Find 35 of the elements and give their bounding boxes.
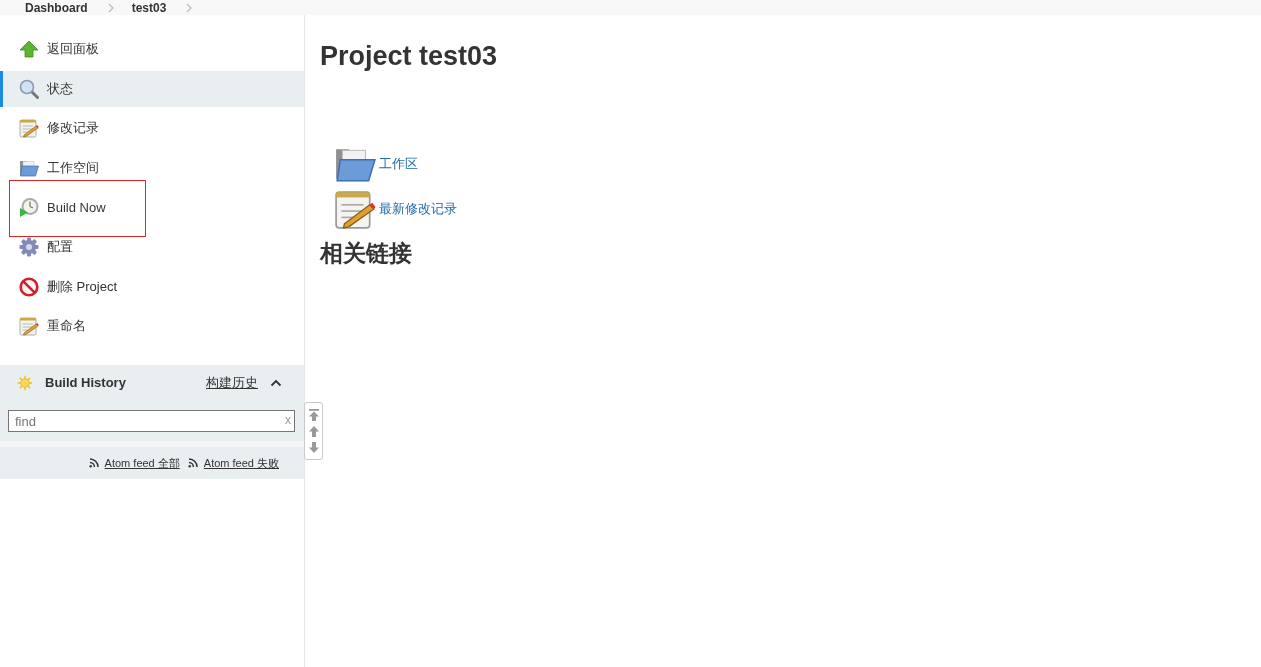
build-history-title: Build History <box>45 375 127 391</box>
sidebar-item[interactable]: 重命名 <box>0 308 304 345</box>
main-link[interactable]: 工作区 <box>379 155 418 173</box>
sidebar-item[interactable]: 工作空间 <box>0 149 304 186</box>
no-entry-icon <box>19 276 39 297</box>
page-title: Project test03 <box>320 40 499 73</box>
notepad-icon <box>19 118 39 139</box>
up-arrow-icon <box>19 39 39 59</box>
sidebar-item[interactable]: Build Now <box>0 189 304 226</box>
chevron-icon <box>186 2 193 13</box>
section-title: 相关链接 <box>320 239 413 268</box>
settings-icon <box>19 236 39 257</box>
atom-feed-link[interactable]: Atom feed 失败 <box>203 455 279 471</box>
scroll-top-icon[interactable] <box>308 408 319 421</box>
notepad-icon <box>19 316 39 337</box>
sidebar-item[interactable]: 删除 Project <box>0 268 304 305</box>
arrow-down-icon[interactable] <box>308 442 319 454</box>
clock-icon <box>19 197 39 218</box>
sun-icon <box>17 374 33 391</box>
atom-feed-link[interactable]: Atom feed 全部 <box>104 455 180 471</box>
rss-icon <box>187 458 198 469</box>
sidebar-item[interactable]: 配置 <box>0 228 304 265</box>
build-history-link[interactable]: 构建历史 <box>206 373 258 392</box>
breadcrumb-link[interactable]: test03 <box>131 0 167 15</box>
main-link[interactable]: 最新修改记录 <box>379 200 457 218</box>
arrow-up-icon[interactable] <box>308 426 319 438</box>
chevron-icon <box>107 2 114 13</box>
caret-up-icon[interactable] <box>270 378 282 387</box>
sidebar-item[interactable]: 状态 <box>0 70 304 107</box>
notepad-icon <box>334 188 376 230</box>
sidebar-item[interactable]: 返回面板 <box>0 31 304 67</box>
breadcrumb-link[interactable]: Dashboard <box>25 0 88 15</box>
rss-icon <box>88 458 99 469</box>
search-icon <box>19 78 39 99</box>
sidebar-item[interactable]: 修改记录 <box>0 110 304 147</box>
